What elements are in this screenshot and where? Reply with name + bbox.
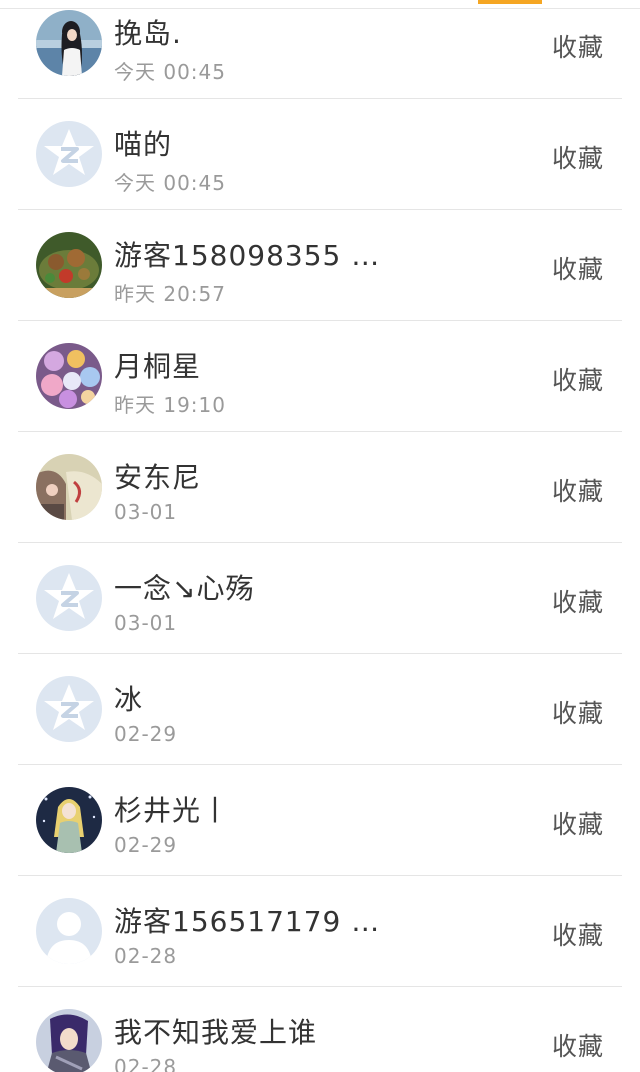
favorite-button[interactable]: 收藏 <box>552 583 604 619</box>
visitor-row[interactable]: 月桐星 昨天 19:10 收藏 <box>18 321 622 432</box>
visitor-name: 杉井光丨 <box>114 794 231 827</box>
visitor-row[interactable]: 喵的 今天 00:45 收藏 <box>18 99 622 210</box>
favorite-button[interactable]: 收藏 <box>552 250 604 286</box>
anime-boy-avatar-icon[interactable] <box>36 1009 102 1072</box>
anime-character-avatar-icon[interactable] <box>36 454 102 520</box>
favorite-button[interactable]: 收藏 <box>552 805 604 841</box>
favorite-button[interactable]: 收藏 <box>552 1027 604 1063</box>
visitor-name: 游客156517179 … <box>114 905 381 938</box>
visitor-name: 挽岛. <box>114 17 182 50</box>
visitor-row[interactable]: 一念↘心殇 03-01 收藏 <box>18 543 622 654</box>
girl-photo-avatar-icon[interactable] <box>36 10 102 76</box>
favorite-button[interactable]: 收藏 <box>552 694 604 730</box>
visitor-name: 游客158098355 … <box>114 239 381 272</box>
favorite-button[interactable]: 收藏 <box>552 361 604 397</box>
visitor-name: 月桐星 <box>114 350 202 383</box>
visit-time: 02-29 <box>114 722 178 746</box>
favorite-button[interactable]: 收藏 <box>552 472 604 508</box>
visitor-row[interactable]: 游客158098355 … 昨天 20:57 收藏 <box>18 210 622 321</box>
visitor-row[interactable]: 挽岛. 今天 00:45 收藏 <box>18 0 622 99</box>
food-photo-avatar-icon[interactable] <box>36 232 102 298</box>
visit-time: 今天 00:45 <box>114 171 226 195</box>
qzone-star-default-avatar-icon[interactable] <box>36 676 102 742</box>
visit-time: 今天 00:45 <box>114 60 226 84</box>
anime-girl-night-avatar-icon[interactable] <box>36 787 102 853</box>
top-tab-bar-edge <box>0 0 640 9</box>
visit-time: 昨天 20:57 <box>114 282 226 306</box>
visit-time: 03-01 <box>114 500 178 524</box>
visitor-row[interactable]: 安东尼 03-01 收藏 <box>18 432 622 543</box>
visit-time: 昨天 19:10 <box>114 393 226 417</box>
visitor-name: 安东尼 <box>114 461 202 494</box>
qzone-star-default-avatar-icon[interactable] <box>36 121 102 187</box>
visitor-list-page: 挽岛. 今天 00:45 收藏 喵的 今天 00:45 收藏 游客1580983… <box>0 0 640 1072</box>
visitor-row[interactable]: 我不知我爱上谁 02-28 收藏 <box>18 987 622 1072</box>
favorite-button[interactable]: 收藏 <box>552 139 604 175</box>
favorite-button[interactable]: 收藏 <box>552 916 604 952</box>
visitor-row[interactable]: 杉井光丨 02-29 收藏 <box>18 765 622 876</box>
visit-time: 02-28 <box>114 944 178 968</box>
visitor-name: 我不知我爱上谁 <box>114 1016 318 1049</box>
visitor-name: 喵的 <box>114 128 173 161</box>
visitor-list: 挽岛. 今天 00:45 收藏 喵的 今天 00:45 收藏 游客1580983… <box>0 0 640 1072</box>
visit-time: 03-01 <box>114 611 178 635</box>
visitor-row[interactable]: 冰 02-29 收藏 <box>18 654 622 765</box>
visitor-name: 冰 <box>114 683 144 716</box>
qzone-star-default-avatar-icon[interactable] <box>36 565 102 631</box>
visitor-row[interactable]: 游客156517179 … 02-28 收藏 <box>18 876 622 987</box>
colorful-desserts-avatar-icon[interactable] <box>36 343 102 409</box>
person-silhouette-avatar-icon[interactable] <box>36 898 102 964</box>
visitor-name: 一念↘心殇 <box>114 572 255 605</box>
favorite-button[interactable]: 收藏 <box>552 28 604 64</box>
visit-time: 02-28 <box>114 1055 178 1072</box>
active-tab-indicator <box>478 0 542 4</box>
visit-time: 02-29 <box>114 833 178 857</box>
